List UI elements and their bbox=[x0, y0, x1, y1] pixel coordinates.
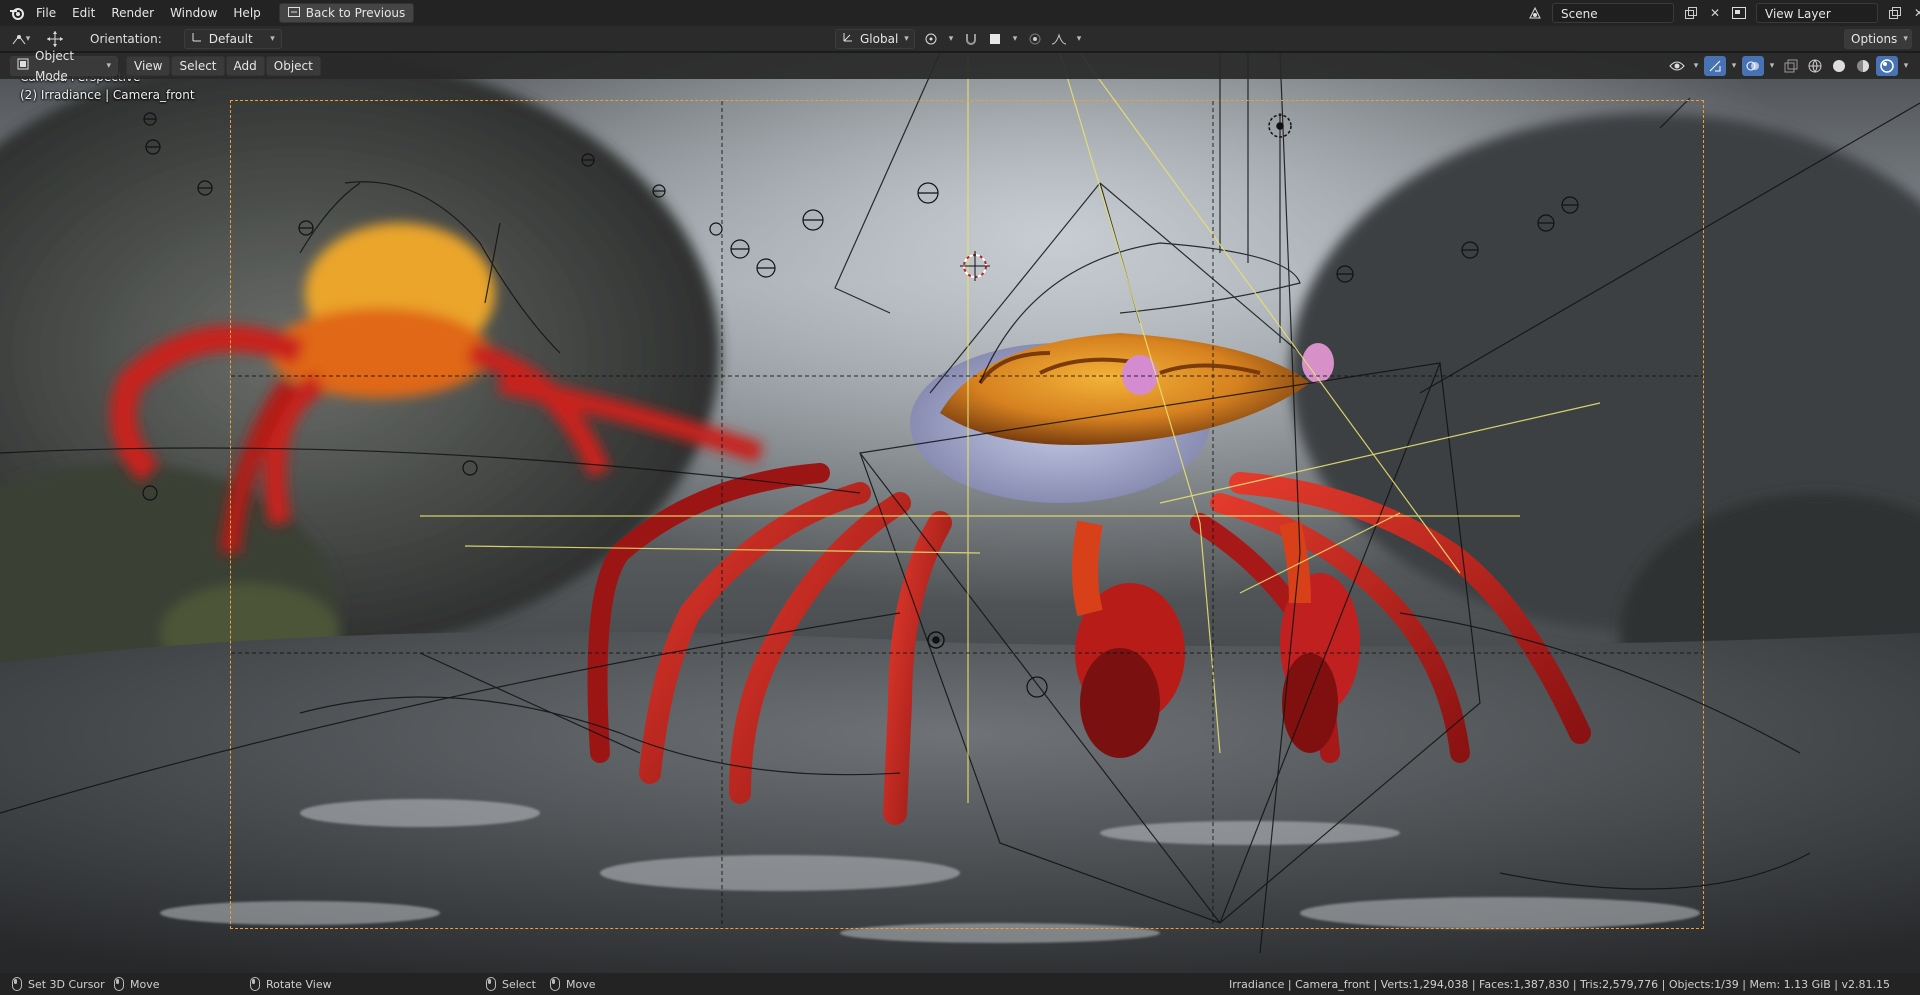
status-rotate-view-label: Rotate View bbox=[266, 977, 332, 991]
menu-help[interactable]: Help bbox=[225, 2, 268, 24]
options-label: Options bbox=[1851, 32, 1898, 46]
status-move-1: Move bbox=[114, 977, 160, 991]
transform-space-value: Global bbox=[860, 32, 899, 46]
menu-edit[interactable]: Edit bbox=[64, 2, 103, 24]
mode-dropdown[interactable]: Object Mode ▾ bbox=[10, 49, 118, 83]
chevron-down-icon: ▾ bbox=[904, 34, 909, 44]
menu-add[interactable]: Add bbox=[225, 56, 265, 76]
chevron-down-icon[interactable]: ▾ bbox=[1690, 56, 1702, 76]
status-select: Select bbox=[486, 977, 536, 991]
overlays-toggle-icon[interactable] bbox=[1742, 56, 1764, 76]
scene-statistics: Irradiance | Camera_front | Verts:1,294,… bbox=[1229, 977, 1890, 991]
status-move-2: Move bbox=[550, 977, 596, 991]
mouse-left-icon bbox=[486, 977, 496, 991]
chevron-down-icon[interactable]: ▾ bbox=[1900, 56, 1912, 76]
scene-icon[interactable] bbox=[1524, 3, 1546, 23]
falloff-curve-icon[interactable] bbox=[1048, 29, 1070, 49]
view-layer-field[interactable]: View Layer bbox=[1756, 3, 1878, 23]
solid-shading-icon[interactable] bbox=[1828, 56, 1850, 76]
menu-select[interactable]: Select bbox=[171, 56, 225, 76]
chevron-down-icon[interactable]: ▾ bbox=[1072, 29, 1086, 49]
snap-target-icon[interactable] bbox=[984, 29, 1006, 49]
mouse-drag-icon bbox=[550, 977, 560, 991]
mouse-drag-icon bbox=[114, 977, 124, 991]
options-dropdown[interactable]: Options ▾ bbox=[1844, 29, 1912, 49]
pivot-point-icon[interactable] bbox=[920, 29, 942, 49]
menu-object[interactable]: Object bbox=[265, 56, 321, 76]
chevron-down-icon[interactable]: ▾ bbox=[1008, 29, 1022, 49]
transform-orientation-dropdown[interactable]: Global ▾ bbox=[835, 29, 915, 49]
chevron-down-icon[interactable]: ▾ bbox=[1766, 56, 1778, 76]
mode-value: Object Mode bbox=[35, 49, 75, 83]
orientation-label: Orientation: bbox=[90, 31, 162, 46]
menu-render[interactable]: Render bbox=[103, 2, 162, 24]
back-to-previous-button[interactable]: Back to Previous bbox=[278, 3, 415, 23]
duplicate-scene-icon[interactable] bbox=[1680, 3, 1702, 23]
screen-back-icon bbox=[287, 3, 300, 23]
viewport-header: Object Mode ▾ View Select Add Object ▾ ▾… bbox=[0, 49, 1920, 83]
status-set-cursor-label: Set 3D Cursor bbox=[28, 977, 105, 991]
back-to-previous-label: Back to Previous bbox=[305, 6, 406, 20]
proportional-edit-icon[interactable] bbox=[1024, 29, 1046, 49]
duplicate-view-layer-icon[interactable] bbox=[1884, 3, 1906, 23]
viewport-object-label: (2) Irradiance | Camera_front bbox=[20, 88, 195, 102]
blender-logo-icon[interactable] bbox=[6, 3, 28, 23]
chevron-down-icon: ▾ bbox=[270, 33, 275, 44]
mouse-left-icon bbox=[12, 977, 22, 991]
status-move-2-label: Move bbox=[566, 977, 596, 991]
editor-type-icon[interactable]: ▾ bbox=[6, 29, 36, 49]
scene-field[interactable]: Scene bbox=[1552, 3, 1674, 23]
chevron-down-icon[interactable]: ▾ bbox=[1728, 56, 1740, 76]
status-rotate-view: Rotate View bbox=[250, 977, 332, 991]
close-scene-icon[interactable]: ✕ bbox=[1708, 3, 1722, 23]
snap-magnet-icon[interactable] bbox=[960, 29, 982, 49]
chevron-down-icon: ▾ bbox=[1903, 34, 1908, 44]
status-move-1-label: Move bbox=[130, 977, 160, 991]
close-view-layer-icon[interactable]: ✕ bbox=[1912, 3, 1920, 23]
view-layer-icon[interactable] bbox=[1728, 3, 1750, 23]
status-set-cursor: Set 3D Cursor bbox=[12, 977, 105, 991]
menu-view[interactable]: View bbox=[126, 56, 171, 76]
object-mode-icon bbox=[17, 56, 29, 76]
chevron-down-icon: ▾ bbox=[106, 61, 111, 71]
3d-viewport[interactable]: Camera Perspective (2) Irradiance | Came… bbox=[0, 53, 1920, 973]
orientation-axis-icon bbox=[191, 29, 203, 49]
status-bar: Set 3D Cursor Move Rotate View Select Mo… bbox=[0, 973, 1920, 995]
orientation-dropdown[interactable]: Default ▾ bbox=[183, 28, 282, 49]
menu-file[interactable]: File bbox=[28, 2, 64, 24]
material-shading-icon[interactable] bbox=[1852, 56, 1874, 76]
wireframe-shading-icon[interactable] bbox=[1804, 56, 1826, 76]
gizmo-toggle-icon[interactable] bbox=[1704, 56, 1726, 76]
orientation-value: Default bbox=[208, 31, 253, 46]
rendered-shading-icon[interactable] bbox=[1876, 56, 1898, 76]
chevron-down-icon[interactable]: ▾ bbox=[944, 29, 958, 49]
mouse-middle-icon bbox=[250, 977, 260, 991]
global-axis-icon bbox=[842, 29, 854, 49]
tool-header: ▾ Orientation: Default ▾ Global ▾ ▾ ▾ ▾ … bbox=[0, 26, 1920, 52]
camera-frame bbox=[230, 100, 1704, 929]
visibility-eye-icon[interactable] bbox=[1666, 56, 1688, 76]
xray-toggle-icon[interactable] bbox=[1780, 56, 1802, 76]
status-select-label: Select bbox=[502, 977, 536, 991]
top-bar: File Edit Render Window Help Back to Pre… bbox=[0, 0, 1920, 26]
menu-window[interactable]: Window bbox=[162, 2, 225, 24]
